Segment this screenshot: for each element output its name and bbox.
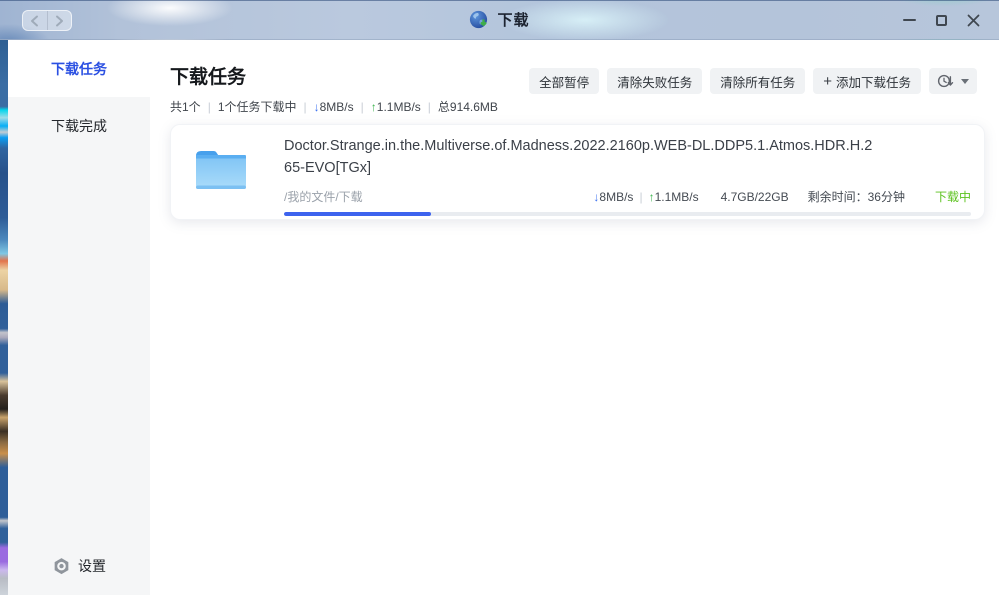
page-title: 下载任务 [170,66,498,90]
separator: | [361,100,364,114]
app-window: 下载 下载任务 下载完成 [0,0,999,595]
nav-button-group [22,10,72,31]
separator: | [208,100,211,114]
separator: | [639,190,642,204]
sidebar-item-label: 下载完成 [51,116,107,136]
plus-icon: + [823,74,832,89]
task-progress-bar [284,212,971,216]
window-controls [893,0,989,40]
summary-count: 共1个 [170,98,201,115]
summary-total: 总914.6MB [438,98,498,115]
task-size: 4.7GB/22GB [721,190,789,204]
sidebar: 下载任务 下载完成 设置 [8,40,150,595]
chevron-right-icon [55,15,64,27]
main-panel: 下载任务 共1个 | 1个任务下载中 | ↓8MB/s | ↑1.1MB/s |… [150,40,999,595]
sort-by-time-icon [937,73,954,89]
clear-all-button[interactable]: 清除所有任务 [710,68,805,94]
settings-label: 设置 [78,556,106,576]
summary-bar: 共1个 | 1个任务下载中 | ↓8MB/s | ↑1.1MB/s | 总914… [170,98,498,115]
download-app-globe-icon [469,10,489,30]
minimize-icon [903,19,916,21]
add-task-button[interactable]: + 添加下载任务 [813,68,921,94]
sort-by-time-button[interactable] [929,68,977,94]
back-button[interactable] [23,11,47,30]
clear-failed-button[interactable]: 清除失败任务 [607,68,702,94]
summary-down-speed: ↓8MB/s [314,100,354,114]
sidebar-item-label: 下载任务 [51,59,107,79]
wallpaper-edge-strip [0,40,8,595]
titlebar: 下载 [0,0,999,40]
close-icon [967,14,980,27]
minimize-button[interactable] [893,0,925,40]
close-button[interactable] [957,0,989,40]
folder-icon [193,143,249,193]
forward-button[interactable] [47,11,72,30]
sidebar-item-download-tasks[interactable]: 下载任务 [8,40,150,97]
sidebar-item-download-finished[interactable]: 下载完成 [8,97,150,154]
separator: | [428,100,431,114]
task-status-badge: 下载中 [935,188,971,205]
chevron-left-icon [30,15,39,27]
main-header: 下载任务 共1个 | 1个任务下载中 | ↓8MB/s | ↑1.1MB/s |… [150,40,999,115]
download-task-item[interactable]: Doctor.Strange.in.the.Multiverse.of.Madn… [170,124,985,220]
sidebar-item-settings[interactable]: 设置 [8,547,150,585]
pause-all-button[interactable]: 全部暂停 [529,68,599,94]
maximize-button[interactable] [925,0,957,40]
summary-up-speed: ↑1.1MB/s [371,100,421,114]
task-path: /我的文件/下载 [284,188,363,205]
task-meta-row: /我的文件/下载 ↓8MB/s | ↑1.1MB/s 4.7GB/22GB 剩余… [284,188,971,205]
toolbar: 全部暂停 清除失败任务 清除所有任务 + 添加下载任务 [529,68,977,94]
task-progress-fill [284,212,431,216]
maximize-icon [936,15,947,26]
separator: | [304,100,307,114]
task-remaining-time: 剩余时间：36分钟 [808,188,905,205]
task-speeds: ↓8MB/s | ↑1.1MB/s [593,190,698,204]
caret-down-icon [961,79,969,84]
gear-icon [52,557,71,576]
window-title-group: 下载 [469,9,529,30]
summary-active: 1个任务下载中 [218,98,297,115]
window-title: 下载 [497,9,529,30]
task-filename: Doctor.Strange.in.the.Multiverse.of.Madn… [284,135,876,179]
